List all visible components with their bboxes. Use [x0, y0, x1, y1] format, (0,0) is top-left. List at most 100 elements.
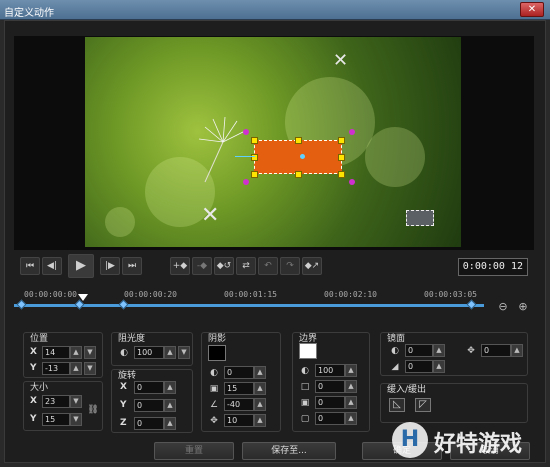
border-opacity-icon: ◐	[301, 366, 309, 376]
border-blur-spinner[interactable]: ▲	[345, 396, 357, 409]
fade-in-button[interactable]: ◺	[389, 398, 405, 412]
shadow-opacity-spinner[interactable]: ▲	[254, 366, 266, 379]
opacity-input[interactable]: 100	[134, 346, 164, 359]
rotation-x-spinner[interactable]: ▲	[164, 381, 176, 394]
border-opacity-spinner[interactable]: ▲	[345, 364, 357, 377]
resize-handle[interactable]	[251, 171, 258, 178]
playhead[interactable]	[78, 294, 88, 301]
resize-handle[interactable]	[338, 171, 345, 178]
border-corner-spinner[interactable]: ▲	[345, 412, 357, 425]
mirror-opacity-spinner[interactable]: ▲	[433, 344, 445, 357]
rotation-x-input[interactable]: 0	[134, 381, 164, 394]
rotation-y-input[interactable]: 0	[134, 399, 164, 412]
next-frame-button[interactable]: |▶	[100, 257, 120, 275]
rotate-handle[interactable]	[243, 129, 249, 135]
go-end-button[interactable]: ⏭	[122, 257, 142, 275]
mirror-gap-input[interactable]: 0	[405, 360, 433, 373]
size-x-menu[interactable]: ▼	[70, 395, 82, 408]
border-width-input[interactable]: 0	[315, 380, 345, 393]
mirror-offset-input[interactable]: 0	[481, 344, 511, 357]
position-x-input[interactable]: 14	[42, 346, 70, 359]
border-corner-input[interactable]: 0	[315, 412, 345, 425]
prev-frame-button[interactable]: ◀|	[42, 257, 62, 275]
shadow-distance-input[interactable]: 10	[224, 414, 254, 427]
position-x-spinner[interactable]: ▲	[70, 346, 82, 359]
position-y-spinner[interactable]: ▲	[70, 362, 82, 375]
opacity-icon: ◐	[120, 348, 128, 358]
shadow-distance-spinner[interactable]: ▲	[254, 414, 266, 427]
smooth-keyframe-button[interactable]: ◆↗	[302, 257, 322, 275]
opacity-spinner[interactable]: ▲	[164, 346, 176, 359]
title-bar: 自定义动作 ✕	[0, 0, 550, 20]
rotation-z-input[interactable]: 0	[134, 417, 164, 430]
move-right-keyframe-button[interactable]: ↷	[280, 257, 300, 275]
position-x-menu[interactable]: ▼	[84, 346, 96, 359]
shadow-angle-input[interactable]: -40	[224, 398, 254, 411]
border-width-spinner[interactable]: ▲	[345, 380, 357, 393]
border-blur-icon: ▣	[300, 398, 310, 408]
site-watermark: H 好特游戏	[392, 420, 542, 460]
resize-handle[interactable]	[251, 137, 258, 144]
go-start-button[interactable]: ⏮	[20, 257, 40, 275]
tick-label: 00:00:00:20	[124, 290, 177, 299]
position-y-menu[interactable]: ▼	[84, 362, 96, 375]
opacity-menu[interactable]: ▼	[178, 346, 190, 359]
shadow-blur-icon: ▣	[209, 384, 219, 394]
reverse-keyframe-button[interactable]: ◆↺	[214, 257, 234, 275]
rotation-y-spinner[interactable]: ▲	[164, 399, 176, 412]
end-position-box[interactable]	[406, 210, 434, 226]
border-opacity-input[interactable]: 100	[315, 364, 345, 377]
position-y-input[interactable]: -13	[42, 362, 70, 375]
resize-handle[interactable]	[338, 137, 345, 144]
mirror-opacity-input[interactable]: 0	[405, 344, 433, 357]
shadow-angle-icon: ∠	[209, 400, 219, 410]
timecode-display[interactable]: 0:00:00 12	[458, 258, 528, 276]
pivot-point[interactable]	[300, 154, 305, 159]
shadow-color-swatch[interactable]	[208, 345, 226, 361]
link-icon[interactable]: ⛓	[87, 404, 99, 416]
video-frame[interactable]: ✕ ✕	[85, 37, 461, 247]
size-y-menu[interactable]: ▼	[70, 413, 82, 426]
rotation-title: 旋转	[118, 371, 137, 381]
add-keyframe-button[interactable]: +◆	[170, 257, 190, 275]
size-y-label: Y	[30, 414, 37, 424]
reset-button[interactable]: 重置	[154, 442, 234, 460]
shadow-blur-input[interactable]: 15	[224, 382, 254, 395]
rotation-z-spinner[interactable]: ▲	[164, 417, 176, 430]
shadow-opacity-input[interactable]: 0	[224, 366, 254, 379]
resize-handle[interactable]	[295, 171, 302, 178]
close-window-button[interactable]: ✕	[520, 2, 544, 17]
opacity-group: 阻光度 ◐ 100 ▲ ▼	[111, 332, 193, 366]
shadow-angle-spinner[interactable]: ▲	[254, 398, 266, 411]
rotate-handle[interactable]	[349, 129, 355, 135]
zoom-out-icon[interactable]: ⊖	[496, 300, 510, 314]
play-button[interactable]: ▶	[68, 254, 94, 278]
tick-label: 00:00:03:05	[424, 290, 477, 299]
rotate-handle[interactable]	[349, 179, 355, 185]
keyframe-timeline[interactable]: 00:00:00:00 00:00:00:20 00:00:01:15 00:0…	[14, 286, 534, 324]
size-title: 大小	[30, 383, 49, 393]
opacity-title: 阻光度	[118, 334, 146, 344]
zoom-in-icon[interactable]: ⊕	[516, 300, 530, 314]
rotate-handle[interactable]	[243, 179, 249, 185]
resize-handle[interactable]	[295, 137, 302, 144]
border-color-swatch[interactable]	[299, 343, 317, 359]
remove-keyframe-button[interactable]: -◆	[192, 257, 212, 275]
size-y-input[interactable]: 15	[42, 413, 70, 426]
swap-keyframe-button[interactable]: ⇄	[236, 257, 256, 275]
border-blur-input[interactable]: 0	[315, 396, 345, 409]
size-x-input[interactable]: 23	[42, 395, 70, 408]
mirror-offset-icon: ✥	[467, 346, 475, 356]
fade-title: 缓入/缓出	[387, 385, 427, 395]
resize-handle[interactable]	[338, 154, 345, 161]
playback-controls: ⏮ ◀| ▶ |▶ ⏭ +◆ -◆ ◆↺ ⇄ ↶ ↷ ◆↗ 0:00:00 12	[14, 254, 534, 280]
mirror-gap-spinner[interactable]: ▲	[433, 360, 445, 373]
rotation-x-label: X	[120, 382, 127, 392]
save-to-button[interactable]: 保存至...	[242, 442, 336, 460]
fade-out-button[interactable]: ◸	[415, 398, 431, 412]
selected-object[interactable]	[254, 140, 342, 174]
move-left-keyframe-button[interactable]: ↶	[258, 257, 278, 275]
mirror-offset-spinner[interactable]: ▲	[511, 344, 523, 357]
shadow-blur-spinner[interactable]: ▲	[254, 382, 266, 395]
preview-area: ✕ ✕	[14, 36, 534, 250]
